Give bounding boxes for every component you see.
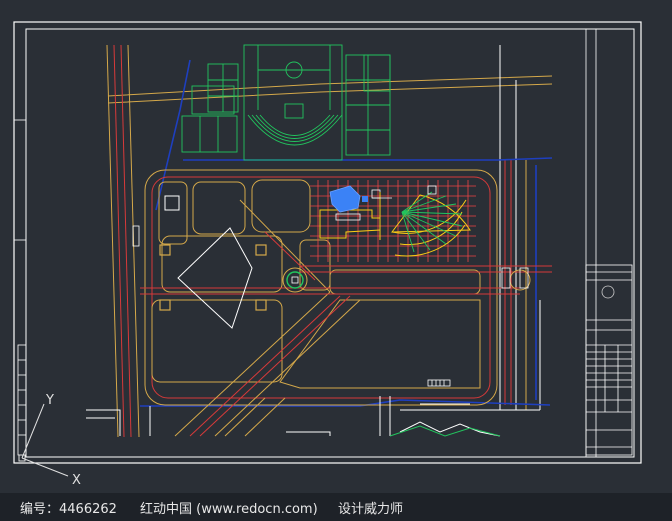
- image-id-label: 编号：4466262: [20, 501, 117, 517]
- right-main-road: [499, 45, 541, 410]
- athletic-field: [243, 44, 343, 161]
- watermark-footer: 编号：4466262 红动中国 (www.redocn.com) 设计威力师: [0, 493, 672, 521]
- main-building: [319, 185, 392, 240]
- site-credit: 红动中国 (www.redocn.com): [140, 501, 318, 517]
- cad-drawing: Y X: [13, 21, 642, 488]
- y-axis-label: Y: [45, 393, 54, 408]
- title-block: [585, 29, 633, 457]
- bottom-green: [389, 425, 501, 437]
- left-scale: [14, 119, 27, 456]
- diamond-plaza: [159, 195, 267, 329]
- author-credit: 设计威力师: [338, 501, 404, 517]
- left-main-road: [106, 44, 140, 438]
- x-axis-label: X: [72, 473, 81, 488]
